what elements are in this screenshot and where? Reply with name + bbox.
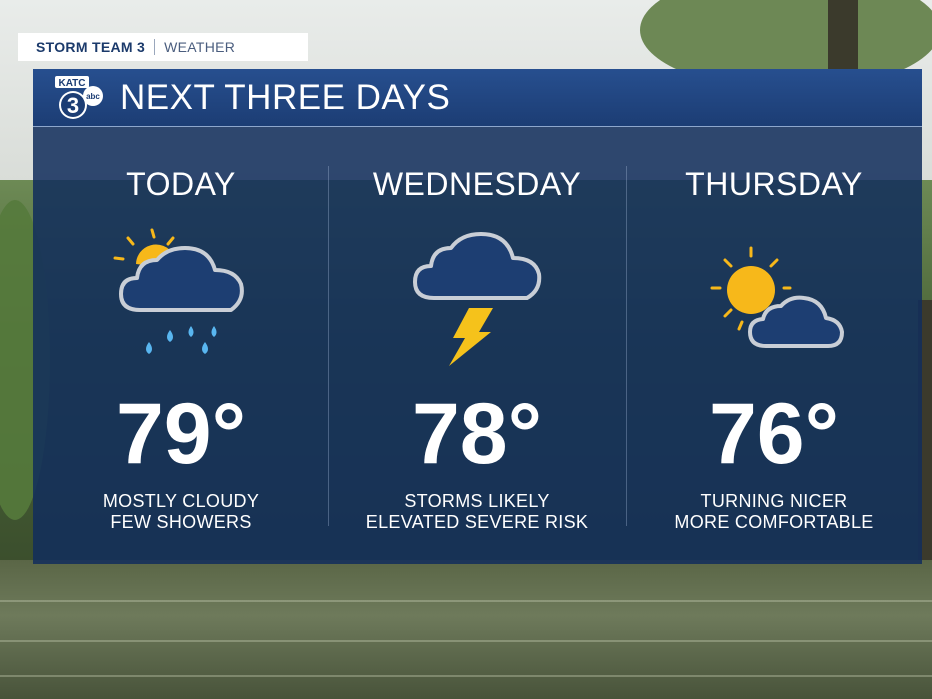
day-label: WEDNESDAY: [372, 166, 582, 202]
logo-call-sign: KATC: [58, 78, 85, 89]
temperature: 76°: [708, 386, 840, 482]
forecast-day-wednesday: WEDNESDAY 78° STORMS LIKELY ELEVATED SEV…: [329, 126, 625, 564]
title-bar: KATC 3 abc NEXT THREE DAYS: [33, 69, 922, 127]
condition-line-2: ELEVATED SEVERE RISK: [365, 512, 589, 532]
condition-line-2: MORE COMFORTABLE: [674, 512, 874, 532]
logo-network: abc: [86, 92, 100, 101]
brand-name: STORM TEAM 3: [36, 39, 146, 55]
background-trunk: [828, 0, 858, 70]
condition-line-2: FEW SHOWERS: [110, 512, 252, 532]
header-divider: [154, 39, 156, 55]
partly-cloudy-showers-icon: [33, 226, 329, 376]
condition-line-1: STORMS LIKELY: [404, 491, 550, 511]
station-logo: KATC 3 abc: [55, 76, 103, 119]
temperature: 78°: [411, 386, 543, 482]
day-label: TODAY: [126, 166, 236, 202]
condition-line-1: TURNING NICER: [700, 491, 848, 511]
forecast-day-thursday: THURSDAY 76° TURNING NICER MORE COMFORTA…: [626, 126, 922, 564]
water-reflection: [0, 600, 932, 602]
section-name: WEATHER: [164, 39, 236, 55]
forecast-panel: KATC 3 abc NEXT THREE DAYS TODAY 79° MOS…: [33, 69, 922, 564]
background-water: [0, 560, 932, 699]
temperature: 79°: [115, 386, 247, 482]
logo-channel: 3: [67, 93, 79, 118]
day-label: THURSDAY: [685, 166, 863, 202]
thunderstorm-icon: [329, 226, 625, 376]
water-reflection: [0, 640, 932, 642]
sun-behind-cloud-icon: [626, 226, 922, 376]
water-reflection: [0, 675, 932, 677]
page-title: NEXT THREE DAYS: [120, 78, 451, 117]
forecast-day-today: TODAY 79° MOSTLY CLOUDY FEW SHOWERS: [33, 126, 329, 564]
header-strip: STORM TEAM 3 WEATHER: [18, 33, 308, 61]
condition-line-1: MOSTLY CLOUDY: [102, 491, 260, 511]
